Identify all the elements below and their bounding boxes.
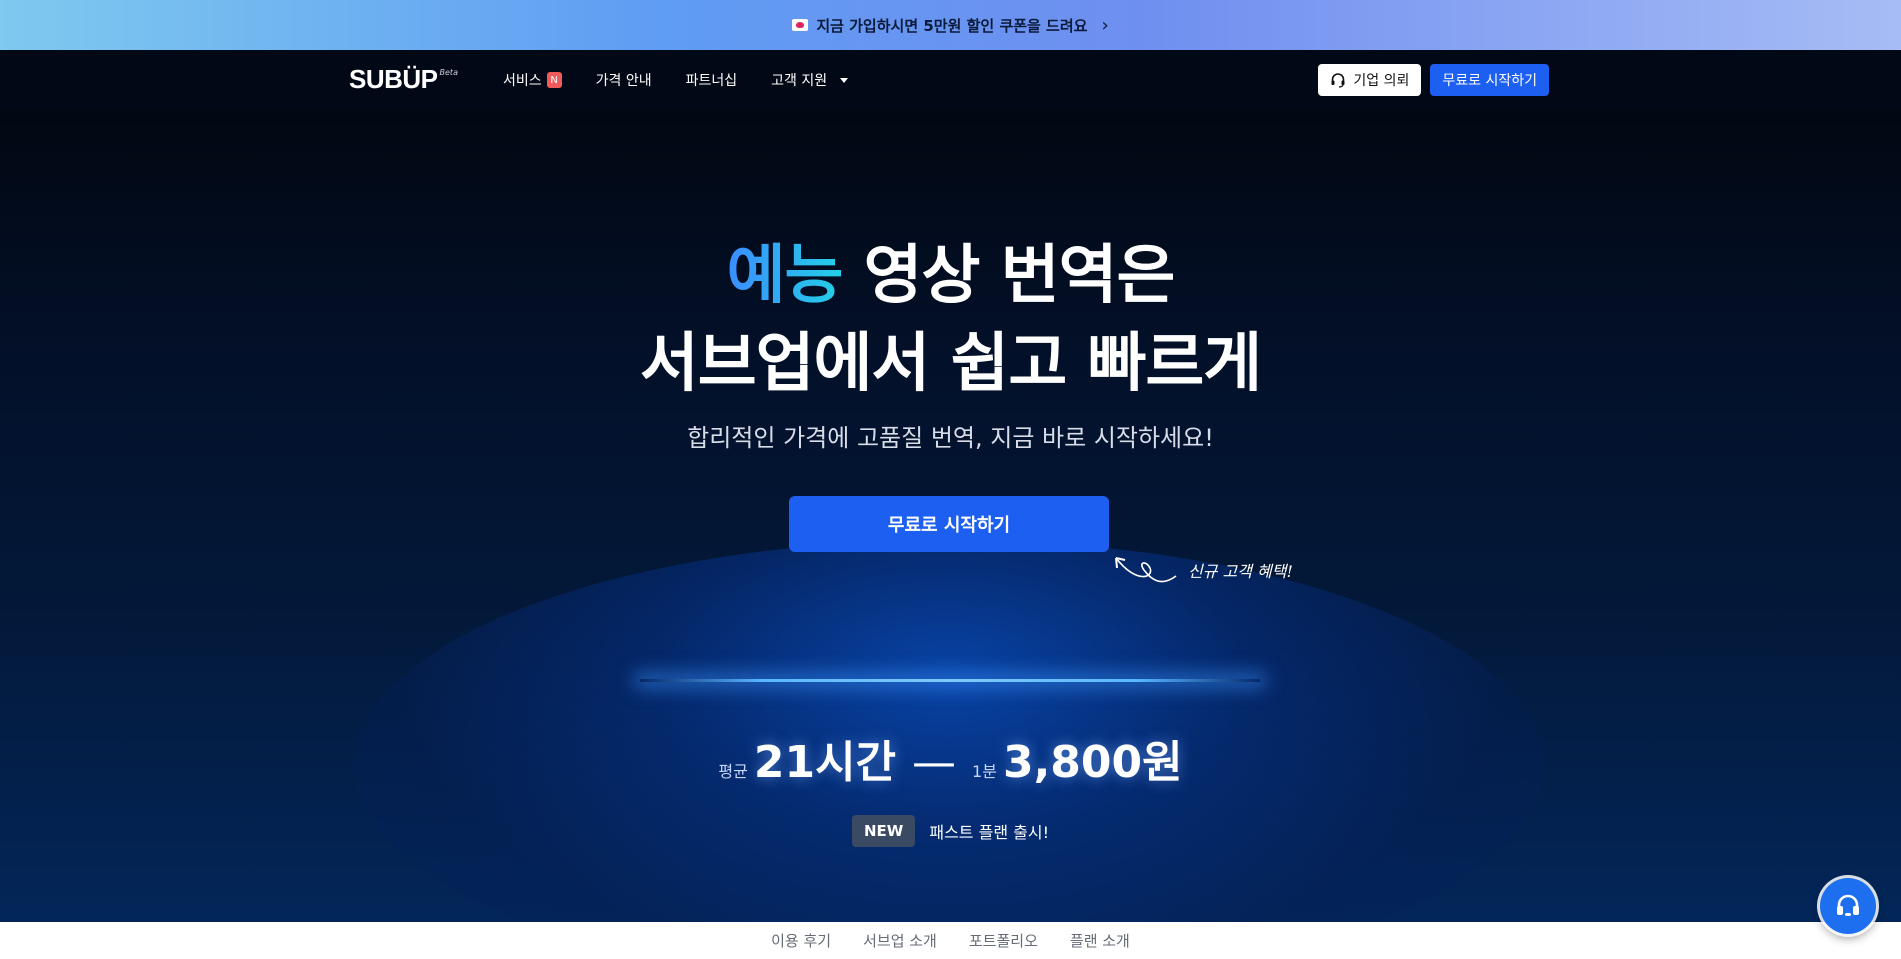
main-menu: 서비스 N 가격 안내 파트너십 고객 지원	[503, 50, 849, 110]
menu-item-service[interactable]: 서비스 N	[503, 70, 562, 90]
hero-start-free-button[interactable]: 무료로 시작하기	[789, 496, 1109, 552]
envelope-heart-icon	[792, 19, 809, 31]
caret-down-icon	[840, 77, 849, 83]
new-customer-note: 신규 고객 혜택!	[1110, 550, 1293, 590]
nav-actions: 기업 의뢰 무료로 시작하기	[1318, 64, 1549, 96]
chevron-right-icon: ›	[1101, 14, 1109, 36]
avg-label: 평균	[718, 762, 748, 781]
start-free-button[interactable]: 무료로 시작하기	[1430, 64, 1549, 96]
menu-item-label: 가격 안내	[595, 73, 652, 89]
hero-subtitle: 합리적인 가격에 고품질 번역, 지금 바로 시작하세요!	[687, 424, 1214, 452]
menu-item-label: 고객 지원	[771, 73, 828, 89]
tab-about[interactable]: 서브업 소개	[863, 930, 937, 951]
avg-time-value: 21시간	[753, 737, 897, 788]
hero-glow-line	[640, 679, 1260, 682]
promo-text: 지금 가입하시면 5만원 할인 쿠폰을 드려요	[816, 16, 1088, 35]
hero-title-accent: 예능	[726, 239, 844, 313]
menu-item-pricing[interactable]: 가격 안내	[596, 70, 652, 90]
logo[interactable]: SUBÜP Beta	[349, 64, 458, 95]
promo-banner[interactable]: 지금 가입하시면 5만원 할인 쿠폰을 드려요 ›	[0, 0, 1901, 50]
section-tabs: 이용 후기 서브업 소개 포트폴리오 플랜 소개	[0, 922, 1901, 959]
per-minute-label: 1분	[972, 762, 997, 781]
new-tag: NEW	[852, 815, 916, 847]
hero-title-line2: 서브업에서 쉽고 빠르게	[639, 327, 1262, 401]
hero-title-rest: 영상 번역은	[842, 239, 1176, 313]
enterprise-inquiry-button[interactable]: 기업 의뢰	[1318, 64, 1422, 96]
menu-item-support[interactable]: 고객 지원	[771, 70, 849, 90]
tab-portfolio[interactable]: 포트폴리오	[969, 930, 1038, 951]
hero-cta-label: 무료로 시작하기	[887, 515, 1011, 536]
new-plan-text: 패스트 플랜 출시!	[929, 823, 1049, 842]
logo-wordmark: SUBÜP	[349, 64, 438, 94]
top-nav: SUBÜP Beta 서비스 N 가격 안내 파트너십 고객 지원 기업 의뢰	[0, 50, 1901, 110]
hero-section: 예능 영상 번역은 서브업에서 쉽고 빠르게 합리적인 가격에 고품질 번역, …	[0, 110, 1901, 922]
price-value: 3,800원	[1002, 737, 1183, 788]
tab-plans[interactable]: 플랜 소개	[1070, 930, 1130, 951]
stats-dash: —	[912, 737, 957, 788]
new-plan-row: NEW 패스트 플랜 출시!	[0, 815, 1901, 847]
new-badge: N	[546, 72, 562, 88]
headset-icon	[1837, 894, 1859, 916]
help-chat-button[interactable]	[1820, 878, 1876, 934]
hero-title-line1: 예능 영상 번역은	[0, 224, 1901, 316]
headset-icon	[1331, 73, 1345, 88]
new-customer-note-text: 신규 고객 혜택!	[1188, 562, 1293, 581]
curly-arrow-icon	[1115, 557, 1177, 583]
logo-beta-badge: Beta	[439, 68, 458, 77]
menu-item-partnership[interactable]: 파트너십	[686, 70, 738, 90]
start-free-label: 무료로 시작하기	[1442, 73, 1537, 89]
hero-stats: 평균 21시간 — 1분 3,800원	[0, 726, 1901, 790]
inquiry-label: 기업 의뢰	[1353, 73, 1410, 89]
tab-reviews[interactable]: 이용 후기	[771, 930, 831, 951]
menu-item-label: 서비스	[503, 73, 542, 89]
menu-item-label: 파트너십	[685, 73, 738, 89]
